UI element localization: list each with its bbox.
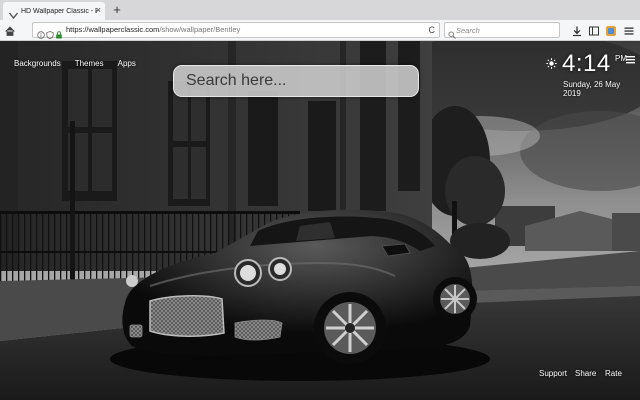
url-domain: https://wallpaperclassic.com [66, 25, 160, 34]
page-menu-icon[interactable] [626, 51, 635, 64]
footer-share-link[interactable]: Share [575, 369, 596, 378]
search-input[interactable] [173, 65, 419, 97]
wallpaper-favicon-icon [8, 7, 19, 19]
url-path: /show/wallpaper/Bentley [159, 25, 241, 34]
tab-active[interactable]: HD Wallpaper Classic - Bentley × [3, 2, 105, 20]
tab-bar: HD Wallpaper Classic - Bentley × + [0, 0, 640, 20]
navigation-bar: https://wallpaperclassic.com/show/wallpa… [0, 20, 640, 41]
search-icon [448, 26, 456, 39]
top-nav: Backgrounds Themes Apps [14, 59, 150, 68]
nav-apps-link[interactable]: Apps [118, 59, 136, 68]
download-icon[interactable] [571, 24, 583, 37]
address-bar[interactable]: https://wallpaperclassic.com/show/wallpa… [32, 22, 440, 40]
extension-icon[interactable] [605, 24, 617, 36]
footer-rate-link[interactable]: Rate [605, 369, 622, 378]
weather-sun-icon [546, 56, 557, 69]
new-tab-button[interactable]: + [110, 2, 124, 18]
tab-title: HD Wallpaper Classic - Bentley [21, 7, 97, 15]
nav-backgrounds-link[interactable]: Backgrounds [14, 59, 61, 68]
nav-themes-link[interactable]: Themes [75, 59, 104, 68]
library-icon[interactable] [588, 24, 600, 36]
lock-icon[interactable] [55, 26, 63, 39]
info-icon[interactable] [37, 26, 45, 39]
home-icon[interactable] [4, 24, 16, 36]
reload-icon[interactable]: C [429, 25, 436, 35]
footer-support-link[interactable]: Support [539, 369, 567, 378]
url-text: https://wallpaperclassic.com/show/wallpa… [66, 25, 240, 34]
hamburger-menu-icon[interactable] [623, 24, 635, 36]
shield-icon[interactable] [46, 26, 54, 40]
browser-search-field[interactable]: Search [444, 22, 560, 39]
browser-search-placeholder: Search [456, 26, 480, 35]
clock-date: Sunday, 26 May 2019 [563, 80, 621, 98]
tab-close-icon[interactable]: × [96, 5, 101, 15]
clock-time: 4:14 [562, 50, 611, 77]
